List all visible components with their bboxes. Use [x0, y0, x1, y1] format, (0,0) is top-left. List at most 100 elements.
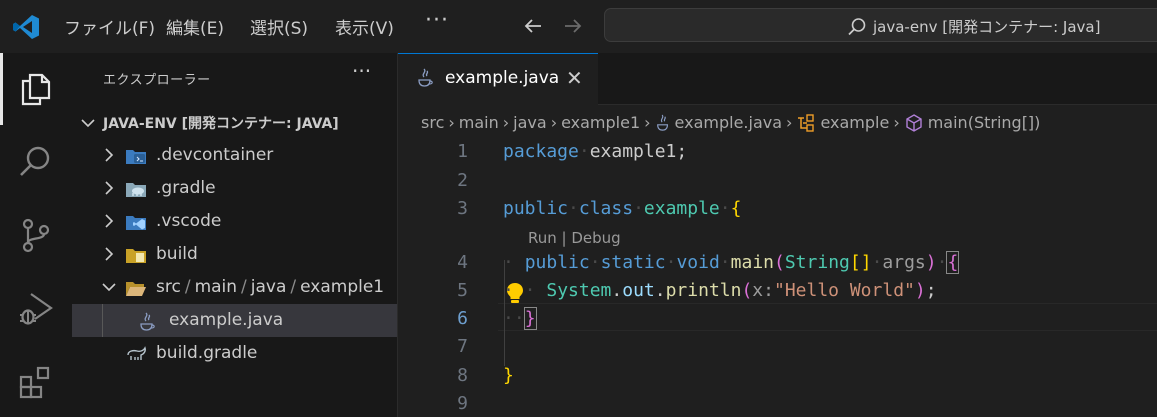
- keyword-token: void: [676, 252, 720, 273]
- keyword-token: public: [524, 252, 590, 273]
- chevron-right-icon: [105, 214, 114, 228]
- gradle-file-icon: [127, 346, 146, 360]
- tree-item-label: build: [156, 244, 198, 264]
- keyword-token: package: [503, 141, 579, 162]
- java-file-icon: [140, 312, 155, 331]
- codelens-run-debug[interactable]: Run | Debug: [528, 229, 621, 247]
- command-center-label: java-env [開発コンテナー: Java]: [873, 18, 1101, 36]
- activity-extensions[interactable]: [0, 349, 72, 413]
- tab-example-java[interactable]: example.java ✕: [398, 53, 598, 105]
- class-symbol-icon: [798, 113, 815, 132]
- keyword-token: static: [600, 252, 666, 273]
- tree-item-label: .vscode: [156, 211, 222, 231]
- line-number: 9: [457, 393, 468, 414]
- field-token: out: [622, 280, 655, 301]
- close-icon[interactable]: ✕: [566, 66, 583, 90]
- menu-view[interactable]: 表示(V): [335, 14, 394, 39]
- chevron-down-icon: [102, 283, 116, 292]
- chevron-right-icon: [105, 247, 114, 261]
- breadcrumb-item[interactable]: main(String[]): [928, 113, 1041, 132]
- tab-label: example.java: [445, 68, 560, 88]
- files-icon: [21, 73, 51, 106]
- tree-item-vscode[interactable]: .vscode: [72, 205, 397, 238]
- activity-search[interactable]: [0, 128, 72, 192]
- indent-guide: [102, 304, 103, 337]
- workspace-header[interactable]: JAVA-ENV [開発コンテナー: JAVA]: [72, 110, 397, 136]
- chevron-right-icon: ›: [893, 113, 900, 132]
- more-menu-icon[interactable]: ···: [425, 8, 449, 33]
- activity-run-debug[interactable]: [0, 275, 72, 339]
- tree-item-build[interactable]: build: [72, 238, 397, 271]
- line-number: 1: [457, 141, 468, 162]
- activity-explorer[interactable]: [0, 53, 72, 125]
- tree-item-path: src / main / java / example1: [156, 277, 384, 297]
- keyword-token: class: [578, 198, 634, 219]
- chevron-right-icon: ›: [550, 113, 558, 132]
- editor-tabs: example.java ✕: [398, 53, 1157, 105]
- run-debug-icon: [20, 293, 53, 325]
- chevron-right-icon: ›: [502, 113, 510, 132]
- vscode-logo-icon[interactable]: [12, 13, 40, 41]
- arrow-left-icon[interactable]: [521, 14, 545, 38]
- line-number: 7: [457, 336, 468, 357]
- breadcrumb-item[interactable]: example: [820, 113, 889, 132]
- extensions-icon: [19, 366, 50, 399]
- breadcrumb-item[interactable]: src: [421, 113, 444, 132]
- method-name-token: println: [665, 280, 742, 301]
- workspace-label: JAVA-ENV [開発コンテナー: JAVA]: [103, 116, 339, 132]
- more-actions-icon[interactable]: ···: [352, 59, 371, 83]
- breadcrumb-item[interactable]: example1: [561, 113, 640, 132]
- method-symbol-icon: [906, 113, 922, 132]
- activity-bar: [0, 53, 72, 417]
- code-line: package·example1;: [503, 141, 688, 162]
- chevron-right-icon: [105, 181, 114, 195]
- editor-area: example.java ✕ src › main › java › example1 › ex…: [398, 53, 1157, 417]
- method-name-token: main: [730, 252, 774, 273]
- explorer-sidebar: エクスプローラー ··· JAVA-ENV [開発コンテナー: JAVA] .d…: [72, 53, 398, 417]
- breadcrumb-item[interactable]: java: [513, 113, 547, 132]
- command-center[interactable]: java-env [開発コンテナー: Java]: [604, 8, 1157, 42]
- tree-item-label: example.java: [169, 310, 284, 330]
- line-number: 5: [457, 280, 468, 301]
- open-folder-icon: [126, 282, 146, 296]
- breadcrumb-item[interactable]: example.java: [675, 113, 782, 132]
- java-file-icon: [656, 114, 668, 131]
- explorer-title: エクスプローラー: [103, 73, 211, 88]
- vscode-folder-icon: [126, 216, 146, 230]
- code-line: ··}: [503, 307, 537, 330]
- code-line: public·class·example·{: [503, 198, 742, 219]
- path-segment: src: [156, 277, 181, 297]
- search-icon: [848, 18, 866, 36]
- path-separator: /: [184, 277, 191, 297]
- tree-item-label: .gradle: [156, 178, 216, 198]
- tree-item-devcontainer[interactable]: .devcontainer: [72, 139, 397, 172]
- line-number: 3: [457, 198, 468, 219]
- line-number: 6: [457, 308, 468, 329]
- chevron-right-icon: ›: [448, 113, 455, 132]
- tree-item-gradle[interactable]: .gradle: [72, 172, 397, 205]
- type-token: String: [784, 252, 850, 273]
- code-line: · public·static·void·main(String[]·args)…: [503, 251, 960, 274]
- chevron-down-icon: [81, 119, 95, 128]
- keyword-token: public: [503, 198, 569, 219]
- active-indicator: [0, 53, 3, 125]
- arrow-right-icon[interactable]: [561, 14, 585, 38]
- string-token: "Hello World": [773, 280, 915, 301]
- menu-edit[interactable]: 編集(E): [166, 14, 224, 39]
- menu-selection[interactable]: 選択(S): [250, 14, 308, 39]
- path-segment: example1: [300, 277, 385, 297]
- tree-item-build-gradle[interactable]: build.gradle: [72, 337, 397, 370]
- breadcrumb-item[interactable]: main: [459, 113, 499, 132]
- class-name-token: System: [546, 280, 612, 301]
- code-editor[interactable]: 1 2 3 4 5 6 7 8 9 package·example1; publ…: [398, 139, 1157, 417]
- source-control-icon: [22, 218, 50, 253]
- devcontainer-folder-icon: [126, 150, 146, 164]
- tree-item-src-main-java-example1[interactable]: src / main / java / example1: [72, 271, 397, 304]
- tree-item-example-java[interactable]: example.java: [72, 304, 397, 337]
- menu-file[interactable]: ファイル(F): [64, 14, 155, 39]
- parameter-hint: x:: [752, 280, 774, 301]
- chevron-right-icon: [105, 148, 114, 162]
- search-icon: [20, 146, 50, 176]
- activity-source-control[interactable]: [0, 201, 72, 265]
- path-segment: main: [194, 277, 238, 297]
